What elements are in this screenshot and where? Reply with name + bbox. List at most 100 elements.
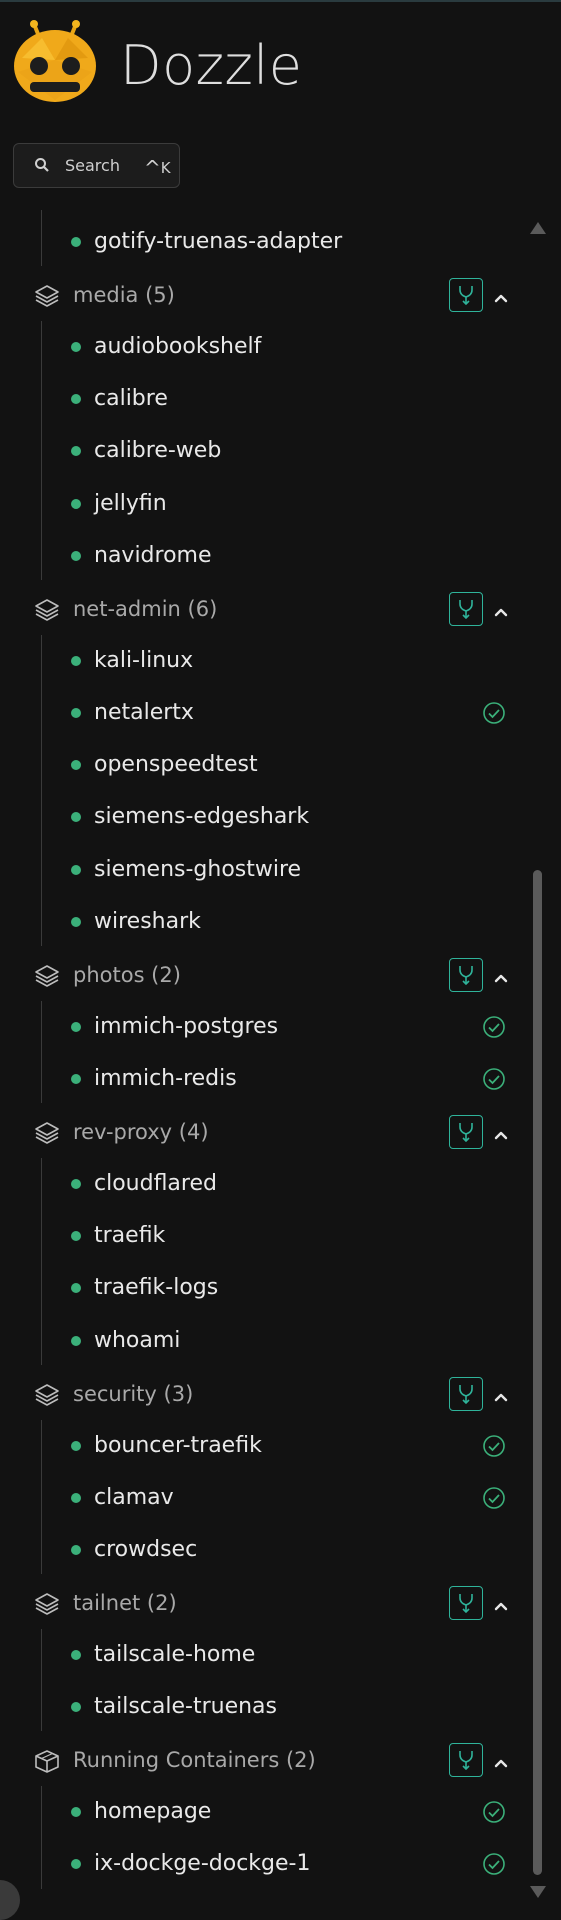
chevron-up-icon[interactable] (494, 968, 508, 987)
container-name: bouncer-traefik (94, 1432, 262, 1458)
merge-logs-button[interactable] (449, 592, 483, 626)
container-name: homepage (94, 1799, 212, 1825)
container-item[interactable]: jellyfin (0, 484, 520, 524)
container-name: tailscale-home (94, 1642, 256, 1667)
container-item[interactable]: siemens-edgeshark (0, 797, 520, 837)
container-item[interactable]: traefik-logs (0, 1268, 520, 1308)
status-dot-icon (71, 1807, 81, 1818)
tree-line (41, 1000, 42, 1104)
tree-line (41, 1629, 42, 1732)
status-dot-icon (71, 812, 81, 823)
container-item[interactable]: crowdsec (0, 1530, 520, 1570)
tree-line (41, 1786, 42, 1889)
status-dot-icon (71, 1545, 81, 1555)
tree-line (41, 210, 42, 267)
healthy-check-icon (482, 701, 506, 725)
container-item[interactable]: ix-dockge-dockge-1 (0, 1844, 520, 1884)
status-dot-icon (71, 916, 81, 927)
merge-logs-button[interactable] (449, 1586, 483, 1621)
stack-group-header[interactable]: media (5) (0, 274, 520, 318)
chevron-up-icon[interactable] (494, 602, 508, 621)
container-item[interactable]: navidrome (0, 536, 520, 576)
container-item[interactable]: bouncer-traefik (0, 1426, 520, 1466)
container-name: calibre (94, 386, 168, 412)
stack-group-header[interactable]: photos (2) (0, 954, 520, 998)
status-dot-icon (71, 342, 81, 352)
container-item[interactable]: kali-linux (0, 641, 520, 681)
stack-group-header[interactable]: rev-proxy (4) (0, 1111, 520, 1155)
status-dot-icon (71, 1650, 81, 1660)
container-item[interactable]: wireshark (0, 902, 520, 942)
group-label: Running Containers (2) (73, 1748, 316, 1773)
container-name: jellyfin (94, 490, 167, 516)
status-dot-icon (71, 1074, 81, 1084)
chevron-up-icon[interactable] (494, 1753, 508, 1772)
container-name: whoami (94, 1327, 181, 1353)
stack-group-header[interactable]: security (3) (0, 1373, 520, 1417)
chevron-up-icon[interactable] (494, 1387, 508, 1406)
container-item[interactable]: audiobookshelf (0, 327, 520, 367)
container-item[interactable]: immich-redis (0, 1059, 520, 1099)
container-item[interactable]: whoami (0, 1321, 520, 1361)
container-name: netalertx (94, 700, 194, 725)
layers-icon (34, 1383, 60, 1407)
healthy-check-icon (482, 1852, 506, 1876)
stack-group-header[interactable]: net-admin (6) (0, 588, 520, 632)
merge-logs-button[interactable] (449, 958, 483, 992)
status-dot-icon (71, 550, 81, 561)
tree-line (41, 634, 42, 946)
status-dot-icon (71, 708, 81, 718)
container-item[interactable]: cloudflared (0, 1164, 520, 1204)
container-name: calibre-web (94, 438, 222, 464)
status-dot-icon (71, 1021, 81, 1032)
container-item[interactable]: tailscale-home (0, 1635, 520, 1675)
group-label: tailnet (2) (73, 1591, 177, 1616)
scrollbar-thumb[interactable] (533, 870, 542, 1875)
container-item[interactable]: netalertx (0, 693, 520, 733)
status-dot-icon (71, 1231, 81, 1242)
container-name: traefik-logs (94, 1275, 219, 1301)
container-name: navidrome (94, 542, 212, 568)
merge-logs-button[interactable] (449, 1115, 483, 1150)
group-label: security (3) (73, 1381, 194, 1406)
merge-logs-button[interactable] (449, 1376, 483, 1411)
status-dot-icon (71, 864, 81, 875)
scroll-down-arrow-icon[interactable] (530, 1883, 546, 1902)
status-dot-icon (71, 446, 81, 457)
status-dot-icon (71, 498, 81, 509)
scroll-up-arrow-icon[interactable] (530, 219, 546, 238)
container-list: gotify-truenas-adapter media (5) audiobook… (0, 0, 561, 1919)
container-name: traefik (94, 1223, 166, 1249)
group-label: rev-proxy (4) (73, 1120, 209, 1145)
healthy-check-icon (482, 1067, 506, 1091)
chevron-up-icon[interactable] (494, 1596, 508, 1615)
chevron-up-icon[interactable] (494, 1125, 508, 1144)
container-name: immich-redis (94, 1066, 237, 1091)
container-item[interactable]: tailscale-truenas (0, 1687, 520, 1727)
container-item[interactable]: calibre (0, 379, 520, 419)
status-dot-icon (71, 237, 81, 247)
container-item[interactable]: homepage (0, 1792, 520, 1832)
container-name: kali-linux (94, 647, 194, 673)
status-dot-icon (71, 1335, 81, 1346)
container-name: cloudflared (94, 1171, 217, 1196)
container-name: audiobookshelf (94, 334, 262, 359)
layers-icon (34, 1592, 60, 1616)
container-item[interactable]: openspeedtest (0, 745, 520, 785)
container-item[interactable]: clamav (0, 1478, 520, 1518)
stack-group-header[interactable]: Running Containers (2) (0, 1739, 520, 1783)
container-name: openspeedtest (94, 752, 258, 778)
container-item[interactable]: immich-postgres (0, 1007, 520, 1047)
container-name: wireshark (94, 908, 201, 934)
healthy-check-icon (482, 1800, 506, 1824)
stack-group-header[interactable]: tailnet (2) (0, 1582, 520, 1626)
container-item[interactable]: gotify-truenas-adapter (0, 222, 520, 262)
container-item[interactable]: calibre-web (0, 431, 520, 471)
merge-logs-button[interactable] (449, 1743, 483, 1778)
chevron-up-icon[interactable] (494, 288, 508, 307)
container-item[interactable]: traefik (0, 1216, 520, 1256)
container-item[interactable]: siemens-ghostwire (0, 850, 520, 890)
healthy-check-icon (482, 1015, 506, 1039)
merge-logs-button[interactable] (449, 278, 483, 313)
group-label: photos (2) (73, 963, 181, 987)
